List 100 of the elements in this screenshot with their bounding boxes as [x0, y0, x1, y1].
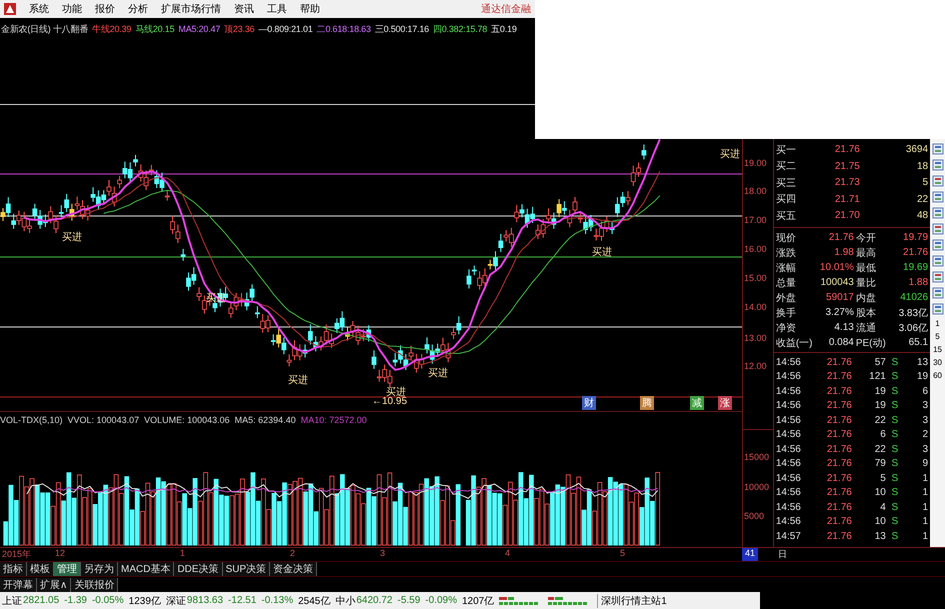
trade-count: 3 [922, 400, 928, 412]
trade-time: 14:56 [776, 386, 802, 397]
menu-item[interactable]: 功能 [62, 2, 82, 16]
index-value: 2821.05 [23, 595, 60, 606]
stat-value: 10.01% [818, 262, 854, 273]
stat-value: 19.79 [902, 232, 928, 243]
trade-price: 21.76 [826, 356, 852, 368]
stat-value: 59017 [825, 292, 854, 303]
signal-label: 买进 [592, 246, 612, 258]
stat-label: 股本 [854, 306, 877, 320]
volume-indicator-text: MA10: 72572.00 [300, 415, 367, 426]
index-amount: 1207亿 [462, 594, 494, 608]
indicator-value: 金新农(日线) 十八翻番 [1, 22, 88, 36]
menu-item[interactable]: 分析 [128, 2, 148, 16]
index-name: 上证 [2, 594, 22, 608]
bid-volume: 3694 [904, 144, 928, 156]
menu-item[interactable]: 报价 [95, 2, 115, 16]
time-axis-label: 2 [290, 548, 296, 558]
trade-count: 1 [922, 502, 928, 513]
stat-value: 65.1 [908, 337, 928, 348]
panel-tab[interactable]: 扩展∧ [37, 578, 72, 592]
toolbar-icon[interactable] [932, 254, 944, 266]
trade-side: S [890, 516, 900, 528]
indicator-tab[interactable]: 资金决策 [270, 562, 318, 576]
time-axis-label: 5 [620, 548, 626, 558]
index-value: 6420.72 [356, 595, 392, 606]
bid-volume: 48 [916, 210, 928, 222]
menu-item[interactable]: 工具 [267, 2, 287, 16]
trade-volume: 10 [874, 516, 886, 528]
trade-volume: 22 [874, 414, 886, 426]
bid-volume: 5 [922, 177, 928, 188]
indicator-tab[interactable]: DDE决策 [174, 562, 223, 576]
event-marker[interactable]: 财 [582, 396, 596, 410]
bid-price: 21.75 [834, 160, 860, 172]
index-percent: -0.13% [261, 595, 294, 606]
toolbar-icon[interactable] [932, 238, 944, 250]
trade-time: 14:56 [776, 444, 802, 455]
toolbar-icon[interactable] [932, 190, 944, 202]
stat-label: 现价 [776, 232, 797, 244]
period-button[interactable]: 30 [933, 358, 942, 366]
trade-count: 6 [922, 386, 928, 397]
event-marker[interactable]: 涨 [718, 396, 732, 410]
stat-value: 3.06亿 [898, 322, 928, 334]
period-button[interactable]: 60 [933, 370, 942, 380]
volume-indicator-text: MA5: 62394.40 [234, 415, 296, 426]
brand-label: 通达信金融 [481, 2, 531, 16]
toolbar-icon[interactable] [932, 286, 944, 298]
indicator-tab[interactable]: 模板 [27, 562, 54, 576]
toolbar-icon[interactable] [932, 206, 944, 218]
trade-price: 21.76 [826, 414, 852, 426]
stat-label: 换手 [776, 306, 797, 320]
trade-side: S [890, 472, 900, 484]
menu-item[interactable]: 资讯 [234, 2, 254, 16]
price-axis-label: 18.00 [744, 186, 767, 196]
indicator-tab[interactable]: MACD基本 [118, 562, 174, 576]
trade-time: 14:56 [776, 356, 802, 368]
toolbar-icon[interactable] [932, 142, 944, 154]
indicator-tab[interactable]: 另存为 [81, 562, 118, 576]
trade-volume: 121 [868, 371, 886, 382]
trade-side: S [890, 400, 900, 412]
trade-count: 1 [922, 530, 928, 542]
panel-tab[interactable]: 关联报价 [71, 578, 118, 592]
trade-side: S [890, 487, 900, 498]
menu-item[interactable]: 帮助 [300, 2, 320, 16]
trade-price: 21.76 [826, 458, 852, 470]
index-percent: -0.09% [425, 595, 457, 606]
bid-level-label: 买二 [776, 160, 797, 174]
period-button[interactable]: 1 [935, 318, 940, 328]
trade-count: 3 [922, 444, 928, 455]
stat-value: 1.88 [908, 277, 928, 288]
signal-label: ←10.95 [372, 396, 408, 406]
volume-indicator-text: VVOL: 100043.07 [68, 415, 140, 426]
toolbar-icon[interactable] [932, 222, 944, 234]
trade-side: S [890, 386, 900, 397]
panel-tab[interactable]: 开弹幕 [0, 578, 37, 592]
indicator-value: 顶23.36 [224, 22, 254, 36]
indicator-tab[interactable]: SUP决策 [222, 562, 270, 576]
toolbar-icon[interactable] [932, 174, 944, 186]
toolbar-icon[interactable] [932, 270, 944, 282]
price-axis-label: 19.00 [744, 158, 767, 168]
stat-value: 3.83亿 [898, 306, 928, 320]
period-button[interactable]: 15 [933, 344, 942, 354]
time-axis-label: 1 [180, 548, 186, 558]
menu-item[interactable]: 扩展市场行情 [161, 2, 221, 16]
indicator-value: 马线20.15 [135, 22, 174, 36]
trade-price: 21.76 [826, 386, 852, 397]
toolbar-icon[interactable] [932, 158, 944, 170]
trade-volume: 10 [874, 487, 886, 498]
trade-count: 19 [916, 371, 928, 382]
period-unit-button[interactable]: 日 [778, 548, 788, 560]
toolbar-icon[interactable] [932, 302, 944, 314]
trade-price: 21.76 [826, 444, 852, 455]
trade-price: 21.76 [826, 429, 852, 440]
period-button[interactable]: 5 [935, 332, 940, 340]
menu-item[interactable]: 系统 [29, 2, 49, 16]
indicator-tab[interactable]: 管理 [54, 562, 81, 576]
indicator-tab[interactable]: 指标 [0, 562, 27, 576]
indicator-value: 四0.382:15.78 [432, 22, 488, 36]
price-axis-label: 16.00 [744, 244, 767, 254]
bid-price: 21.71 [834, 194, 860, 205]
